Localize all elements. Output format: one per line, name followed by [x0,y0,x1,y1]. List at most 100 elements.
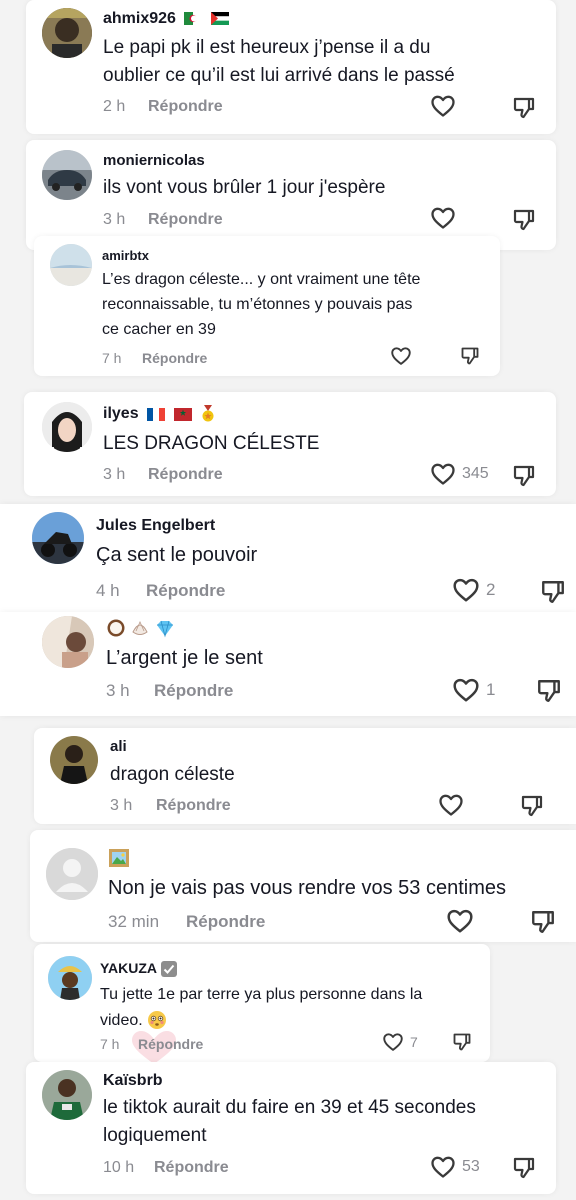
heart-outline-icon [431,207,455,229]
dislike-button[interactable] [460,346,480,366]
comment-text: Ça sent le pouvoir [96,541,257,570]
thumbs-down-outline-icon [513,97,535,119]
gem-icon [156,620,173,638]
dislike-button[interactable] [530,909,556,935]
comment-text-line: video. [100,1011,143,1029]
comment-card: ilyes LES DRAGON CÉLESTE 3 h Répondre 34… [24,392,556,496]
reply-button[interactable]: Répondre [148,466,223,484]
reply-button[interactable]: Répondre [186,912,265,932]
reply-button[interactable]: Répondre [146,581,225,601]
thumbs-down-outline-icon [532,911,554,933]
reply-button[interactable]: Répondre [154,1159,229,1177]
like-button[interactable] [430,206,462,230]
dislike-button[interactable] [452,1032,472,1052]
avatar-image [48,956,92,1000]
like-button[interactable]: 345 [430,462,489,486]
comment-card: amirbtx L’es dragon céleste... y ont vra… [34,236,500,376]
reply-button[interactable]: Répondre [156,797,231,815]
comment-text-line: ce cacher en 39 [102,320,216,338]
comment-card: ali dragon céleste 3 h Répondre [34,728,576,824]
comment-time: 10 h [103,1159,135,1176]
reply-button[interactable]: Répondre [148,211,223,229]
comment-card: Kaïsbrb le tiktok aurait du faire en 39 … [26,1062,556,1194]
comment-username[interactable]: ahmix926 [103,10,229,28]
thumbs-down-outline-icon [513,1157,535,1179]
comment-time: 3 h [103,466,126,483]
comment-time: 3 h [110,797,133,814]
comment-text: le tiktok aurait du faire en 39 et 45 se… [103,1094,476,1149]
heart-outline-icon [453,678,479,702]
avatar-image [42,616,94,668]
comment-username[interactable]: amirbtx [102,248,149,263]
avatar-image [42,8,92,58]
reply-button[interactable]: Répondre [148,98,223,116]
reply-button[interactable]: Répondre [154,681,233,701]
like-button[interactable] [446,908,480,934]
comment-time: 32 min [108,912,160,931]
avatar-image [32,512,84,564]
comment-text-line: Non je vais pas vous rendre vos 53 centi… [108,877,506,899]
dislike-button[interactable] [512,1156,536,1180]
heart-outline-icon [431,1156,455,1178]
comment-username[interactable]: YAKUZA [100,960,178,978]
comment-text-line: logiquement [103,1124,207,1146]
algeria-flag-icon [184,12,203,26]
like-button[interactable]: 2 [452,577,495,603]
comment-username[interactable]: Jules Engelbert [96,517,215,535]
flushed-face-icon [148,1011,167,1030]
dislike-button[interactable] [512,464,536,488]
comment-text-line: ils vont vous brûler 1 jour j'espère [103,177,386,198]
dislike-button[interactable] [512,208,536,232]
comment-username[interactable]: ilyes [103,405,216,423]
avatar[interactable] [48,956,92,1000]
comment-time: 7 h [102,350,122,366]
like-button[interactable] [438,793,470,817]
comment-text-line: Ça sent le pouvoir [96,544,258,566]
like-button[interactable] [390,346,418,366]
comment-text: L’argent je le sent [106,644,263,673]
avatar[interactable] [42,616,94,668]
avatar[interactable] [42,8,92,58]
comment-username[interactable]: Kaïsbrb [103,1072,163,1090]
username-text: ali [110,738,127,755]
comment-card: YAKUZA Tu jette 1e par terre ya plus per… [34,944,490,1064]
comment-text: LES DRAGON CÉLESTE [103,430,319,458]
avatar[interactable] [42,1070,92,1120]
avatar-image [50,244,92,286]
heart-outline-icon [383,1033,403,1051]
morocco-flag-icon [173,407,192,421]
comment-text-line: dragon céleste [110,764,235,785]
avatar[interactable] [42,402,92,452]
reply-button[interactable]: Répondre [142,350,207,366]
avatar[interactable] [46,848,98,900]
verified-check-icon [161,961,178,978]
dislike-button[interactable] [536,678,562,704]
like-button[interactable]: 53 [430,1155,480,1179]
comment-username[interactable]: ali [110,738,127,755]
comment-text-line: Tu jette 1e par terre ya plus personne d… [100,986,423,1003]
comment-text: L’es dragon céleste... y ont vraiment un… [102,268,420,342]
heart-outline-icon [453,578,479,602]
comment-card: Jules Engelbert Ça sent le pouvoir 4 h R… [0,504,576,612]
username-text: moniernicolas [103,152,205,169]
comment-text: ils vont vous brûler 1 jour j'espère [103,174,385,202]
comment-card: ahmix926 Le papi pk il est heureux j’pen… [26,0,556,134]
comment-text: Le papi pk il est heureux j’pense il a d… [103,34,455,89]
reply-button[interactable]: Répondre [138,1036,203,1052]
avatar[interactable] [32,512,84,564]
dislike-button[interactable] [540,579,566,605]
like-button[interactable]: 1 [452,677,495,703]
default-avatar-icon [46,848,98,900]
like-button[interactable]: 7 [382,1032,418,1052]
comment-username[interactable] [106,618,175,638]
thumbs-down-outline-icon [513,465,535,487]
like-button[interactable] [430,94,462,118]
framed-picture-icon [109,849,129,867]
avatar[interactable] [42,150,92,200]
avatar[interactable] [50,244,92,286]
comment-username[interactable] [108,848,130,868]
comment-username[interactable]: moniernicolas [103,152,205,169]
dislike-button[interactable] [512,96,536,120]
dislike-button[interactable] [520,794,544,818]
avatar[interactable] [50,736,98,784]
